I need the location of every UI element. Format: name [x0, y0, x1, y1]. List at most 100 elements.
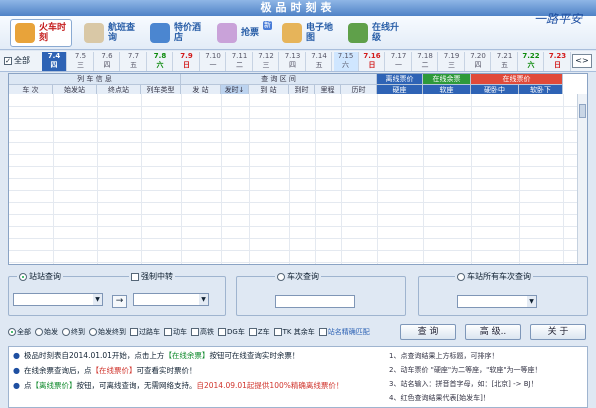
column-group-header[interactable]: 在线票价: [471, 74, 563, 84]
checkbox-icon: [218, 328, 226, 336]
from-station-combo[interactable]: ▼: [13, 293, 103, 306]
date-tab[interactable]: 7.6 四: [95, 52, 120, 71]
toolbar-label: 火车时刻: [39, 23, 67, 43]
advanced-button[interactable]: 高 级..: [465, 324, 521, 340]
toolbar-button-map[interactable]: 电子地图: [278, 19, 340, 47]
row-divider: [9, 142, 577, 143]
date-tab[interactable]: 7.17 一: [387, 52, 412, 71]
bullet-icon: ●: [13, 381, 20, 390]
bullet-icon: ●: [13, 366, 20, 375]
all-station-group: 车站所有车次查询 ▼: [418, 271, 588, 316]
date-tab[interactable]: 7.23 日: [546, 52, 571, 71]
option-8[interactable]: Z车: [248, 327, 270, 337]
all-station-option[interactable]: 车站所有车次查询: [455, 271, 533, 282]
toolbar-button-hotel[interactable]: 特价酒店: [146, 19, 208, 47]
tip-text: 极品时刻表自2014.01.01开始，点击上方【在线余票】按钮可在线查询实时余票…: [24, 351, 299, 361]
toolbar-label: 航班查询: [108, 23, 136, 43]
about-button[interactable]: 关 于: [530, 324, 586, 340]
column-header[interactable]: 终点站: [97, 84, 141, 94]
option-4[interactable]: 过路车: [130, 327, 160, 337]
option-2[interactable]: 终到: [62, 327, 85, 337]
option-6[interactable]: 高铁: [191, 327, 214, 337]
train-number-input[interactable]: [275, 295, 355, 308]
date-tab[interactable]: 7.16 日: [360, 52, 385, 71]
row-divider: [9, 226, 577, 227]
date-tab[interactable]: 7.18 二: [413, 52, 438, 71]
all-dates-checkbox[interactable]: ✓ 全部: [4, 55, 30, 66]
date-tab[interactable]: 7.8 六: [148, 52, 173, 71]
column-group-header[interactable]: 在线余票: [423, 74, 471, 84]
vertical-scrollbar[interactable]: [577, 94, 587, 264]
date-label: 7.20: [470, 52, 486, 60]
column-header[interactable]: 发时↓: [221, 84, 249, 94]
option-5[interactable]: 动车: [164, 327, 187, 337]
column-header[interactable]: 发 站: [181, 84, 221, 94]
date-tab[interactable]: 7.11 二: [228, 52, 253, 71]
logo: 一路平安: [533, 12, 582, 26]
plane-icon: [84, 23, 104, 43]
tip-emphasis: 【在线票价】: [91, 366, 137, 375]
date-tab[interactable]: 7.20 四: [466, 52, 491, 71]
option-0[interactable]: 全部: [8, 327, 31, 337]
option-1[interactable]: 始发: [35, 327, 58, 337]
column-header[interactable]: 里程: [315, 84, 341, 94]
date-tab[interactable]: 7.4 四: [42, 52, 67, 71]
date-tab[interactable]: 7.22 六: [519, 52, 544, 71]
date-tab[interactable]: 7.14 五: [307, 52, 332, 71]
transfer-checkbox[interactable]: 强制中转: [129, 271, 175, 282]
radio-icon: [62, 328, 70, 336]
date-tab[interactable]: 7.5 三: [69, 52, 94, 71]
option-7[interactable]: DG车: [218, 327, 245, 337]
swap-button[interactable]: →: [112, 295, 127, 308]
row-divider: [9, 238, 577, 239]
date-tab[interactable]: 7.10 一: [201, 52, 226, 71]
option-10[interactable]: 站名精确匹配: [318, 327, 370, 337]
column-header[interactable]: 列车类型: [141, 84, 181, 94]
weekday-label: 三: [262, 61, 270, 69]
column-header[interactable]: 软座: [423, 84, 471, 94]
date-nav-arrows[interactable]: <>: [572, 54, 592, 68]
column-group-header[interactable]: 列 车 信 息: [9, 74, 181, 84]
date-tab[interactable]: 7.7 五: [122, 52, 147, 71]
train-query-option[interactable]: 车次查询: [275, 271, 321, 282]
date-tab[interactable]: 7.13 四: [281, 52, 306, 71]
station-combo[interactable]: ▼: [457, 295, 537, 308]
toolbar-button-train[interactable]: 火车时刻: [10, 19, 72, 47]
date-tab[interactable]: 7.9 日: [175, 52, 200, 71]
chevron-down-icon: ▼: [527, 296, 536, 307]
column-group-header[interactable]: 查 询 区 间: [181, 74, 377, 84]
column-header[interactable]: 车 次: [9, 84, 53, 94]
right-tip: 3、站名输入：拼音首字母，如：[北京] -> BJ！: [389, 380, 538, 388]
toolbar-button-upgrade[interactable]: 在线升级: [344, 19, 406, 47]
column-header[interactable]: 到时: [289, 84, 315, 94]
scroll-thumb[interactable]: [579, 104, 586, 118]
right-tip: 2、动车票价 "硬座"为二等座，"软座"为一等座！: [389, 366, 542, 374]
date-tab[interactable]: 7.12 三: [254, 52, 279, 71]
date-tab[interactable]: 7.21 五: [493, 52, 518, 71]
date-tab[interactable]: 7.15 六: [333, 52, 359, 71]
column-header[interactable]: 到 站: [249, 84, 289, 94]
column-header[interactable]: 硬座: [377, 84, 423, 94]
toolbar-button-plane[interactable]: 航班查询: [80, 19, 142, 47]
toolbar-button-ticket[interactable]: 抢票新: [213, 19, 275, 47]
column-header[interactable]: 始发站: [53, 84, 97, 94]
column-header[interactable]: 历时: [341, 84, 377, 94]
column-header[interactable]: 软卧下: [519, 84, 563, 94]
row-divider: [9, 154, 577, 155]
date-tab[interactable]: 7.19 三: [440, 52, 465, 71]
weekday-label: 五: [315, 61, 323, 69]
station-query-option[interactable]: 站站查询: [17, 271, 63, 282]
date-label: 7.11: [231, 52, 248, 60]
date-label: 7.10: [205, 52, 221, 60]
weekday-label: 三: [77, 61, 84, 69]
option-3[interactable]: 始发终到: [89, 327, 126, 337]
checkbox-icon: [318, 328, 327, 336]
transfer-label: 强制中转: [141, 272, 173, 281]
column-header[interactable]: 硬卧中: [471, 84, 519, 94]
column-group-header[interactable]: 离线票价: [377, 74, 423, 84]
option-9[interactable]: TK 其余车: [273, 327, 315, 337]
query-button[interactable]: 查 询: [400, 324, 456, 340]
app-window: 极品时刻表 火车时刻 航班查询 特价酒店 抢票新电子地图 在线升级 一路平安 ✓ 全部 7…: [0, 0, 596, 408]
to-station-combo[interactable]: ▼: [133, 293, 209, 306]
chevron-down-icon: ▼: [199, 294, 208, 305]
